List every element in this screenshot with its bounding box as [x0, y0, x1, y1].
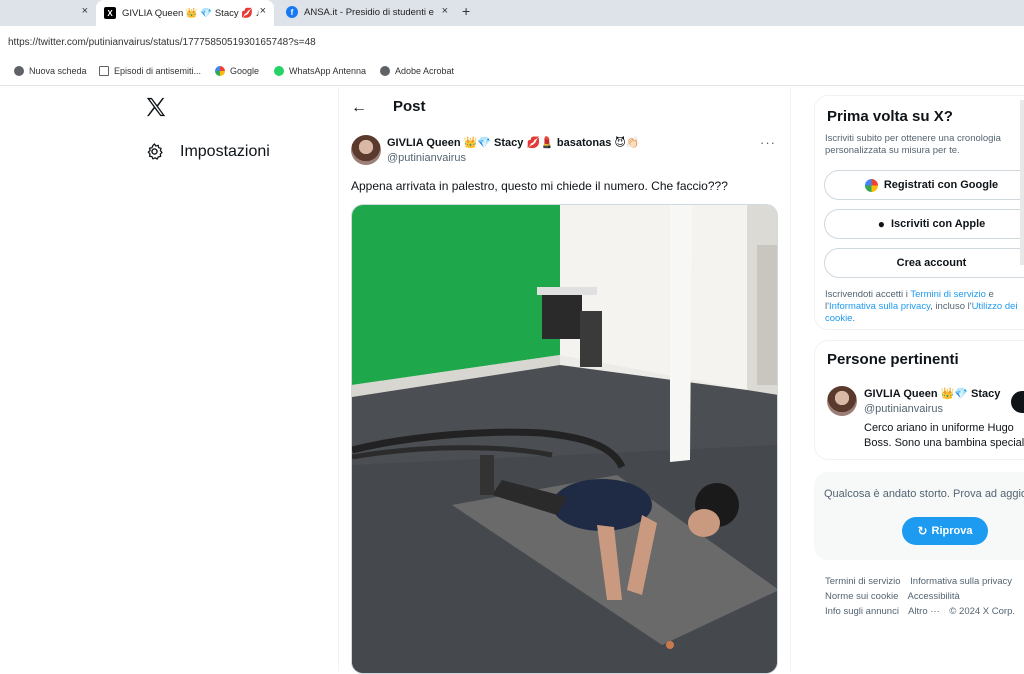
- legal-text: , incluso l': [930, 301, 972, 312]
- relevant-people-card: Persone pertinenti GIVLIA Queen 👑💎 Stacy…: [814, 340, 1024, 460]
- bookmark-item[interactable]: Episodi di antisemiti...: [99, 66, 201, 76]
- bookmark-label: Episodi di antisemiti...: [114, 66, 202, 76]
- bookmark-label: Adobe Acrobat: [395, 66, 455, 76]
- apple-icon: ●: [877, 217, 885, 231]
- author-avatar[interactable]: [351, 135, 381, 165]
- error-card: Qualcosa è andato storto. Prova ad aggio…: [814, 472, 1024, 560]
- footer-link[interactable]: Informativa sulla privacy: [910, 576, 1012, 587]
- bookmark-item[interactable]: Adobe Acrobat: [380, 66, 454, 76]
- bookmark-label: Google: [230, 66, 260, 76]
- apple-signup-label: Iscriviti con Apple: [890, 218, 986, 230]
- browser-tab[interactable]: ×: [0, 0, 96, 24]
- create-account-button[interactable]: Crea account: [824, 248, 1024, 278]
- google-icon: [864, 178, 878, 192]
- refresh-icon: ↻: [917, 524, 928, 538]
- post-header: ← Post: [339, 87, 790, 129]
- footer-link[interactable]: Accessibilità: [908, 591, 960, 602]
- bookmark-item[interactable]: Google: [215, 66, 259, 76]
- terms-link[interactable]: Termini di servizio: [910, 289, 986, 300]
- footer-links: Termini di servizio Informativa sulla pr…: [825, 574, 1024, 619]
- people-title: Persone pertinenti: [827, 351, 959, 368]
- close-tab-icon[interactable]: ×: [82, 5, 88, 17]
- post-text: Appena arrivata in palestro, questo mi c…: [351, 179, 728, 193]
- footer-link[interactable]: Norme sui cookie: [825, 591, 898, 602]
- page-title: Post: [393, 98, 426, 115]
- globe-icon: [380, 66, 390, 76]
- nav-settings-label: Impostazioni: [180, 142, 270, 160]
- whatsapp-icon: [274, 66, 284, 76]
- author-handle[interactable]: @putinianvairus: [387, 152, 466, 164]
- browser-tab[interactable]: f ANSA.it - Presidio di studenti e ×: [278, 0, 456, 24]
- person-bio: Cerco ariano in uniforme Hugo Boss. Sono…: [864, 422, 1024, 449]
- close-tab-icon[interactable]: ×: [260, 5, 266, 17]
- google-signup-button[interactable]: Registrati con Google: [824, 170, 1024, 200]
- x-logo-icon[interactable]: [145, 96, 167, 118]
- close-tab-icon[interactable]: ×: [442, 5, 448, 17]
- tab-title: ANSA.it - Presidio di studenti e: [304, 6, 434, 18]
- follow-button[interactable]: [1011, 391, 1024, 413]
- post-column: ← Post GIVLIA Queen 👑💎 Stacy 💋💄 basatona…: [338, 87, 791, 674]
- footer-link[interactable]: Termini di servizio: [825, 576, 901, 587]
- copyright: © 2024 X Corp.: [949, 606, 1016, 617]
- bookmark-label: Nuova scheda: [29, 66, 87, 76]
- post-video[interactable]: [351, 204, 778, 674]
- nav-item-settings[interactable]: Impostazioni: [145, 142, 270, 161]
- scroll-edge: [1020, 100, 1024, 265]
- legal-text: Iscrivendoti accetti i: [825, 289, 911, 300]
- signup-title: Prima volta su X?: [827, 108, 953, 125]
- doc-icon: [99, 66, 109, 76]
- google-signup-label: Registrati con Google: [883, 179, 999, 191]
- footer-link[interactable]: Altro ···: [908, 606, 940, 617]
- browser-tab-strip: × X GIVLIA Queen 👑 💎 Stacy 💋 ♩ × f ANSA.…: [0, 0, 1024, 26]
- x-favicon-icon: X: [104, 7, 116, 19]
- create-account-label: Crea account: [896, 257, 967, 269]
- browser-tab-active[interactable]: X GIVLIA Queen 👑 💎 Stacy 💋 ♩ ×: [96, 0, 274, 26]
- author-name[interactable]: GIVLIA Queen 👑💎 Stacy 💋💄 basatonas 😈👏🏻: [387, 136, 640, 149]
- legal-text: .: [852, 313, 856, 324]
- bookmark-item[interactable]: WhatsApp Antenna: [274, 66, 366, 76]
- footer-link[interactable]: Info sugli annunci: [825, 606, 899, 617]
- facebook-favicon-icon: f: [286, 6, 298, 18]
- person-name[interactable]: GIVLIA Queen 👑💎 Stacy: [864, 387, 1000, 400]
- signup-subtitle: Iscriviti subito per ottenere una cronol…: [825, 133, 1001, 156]
- bookmark-item[interactable]: Nuova scheda: [14, 66, 87, 76]
- gear-icon: [147, 143, 163, 160]
- back-arrow-icon[interactable]: ←: [351, 99, 367, 117]
- privacy-link[interactable]: Informativa sulla privacy: [829, 301, 930, 312]
- signup-card: Prima volta su X? Iscriviti subito per o…: [814, 95, 1024, 330]
- address-bar[interactable]: https://twitter.com/putinianvairus/statu…: [0, 26, 1024, 60]
- bookmarks-bar: Nuova scheda Episodi di antisemiti... Go…: [0, 60, 1024, 86]
- url-text[interactable]: https://twitter.com/putinianvairus/statu…: [8, 37, 316, 48]
- new-tab-button[interactable]: +: [462, 3, 470, 19]
- error-message: Qualcosa è andato storto. Prova ad aggio…: [824, 488, 1024, 500]
- more-options-icon[interactable]: ···: [760, 135, 776, 150]
- gym-video-frame-image: [352, 205, 777, 673]
- bookmark-label: WhatsApp Antenna: [289, 66, 367, 76]
- signup-legal-text: Iscrivendoti accetti i Termini di serviz…: [825, 289, 1024, 325]
- retry-button[interactable]: ↻ Riprova: [902, 517, 988, 545]
- person-handle[interactable]: @putinianvairus: [864, 403, 943, 415]
- retry-label: Riprova: [931, 525, 973, 537]
- tab-title: GIVLIA Queen 👑 💎 Stacy 💋 ♩: [122, 7, 266, 19]
- globe-icon: [14, 66, 24, 76]
- avatar[interactable]: [827, 386, 857, 416]
- apple-signup-button[interactable]: ● Iscriviti con Apple: [824, 209, 1024, 239]
- google-icon: [215, 66, 225, 76]
